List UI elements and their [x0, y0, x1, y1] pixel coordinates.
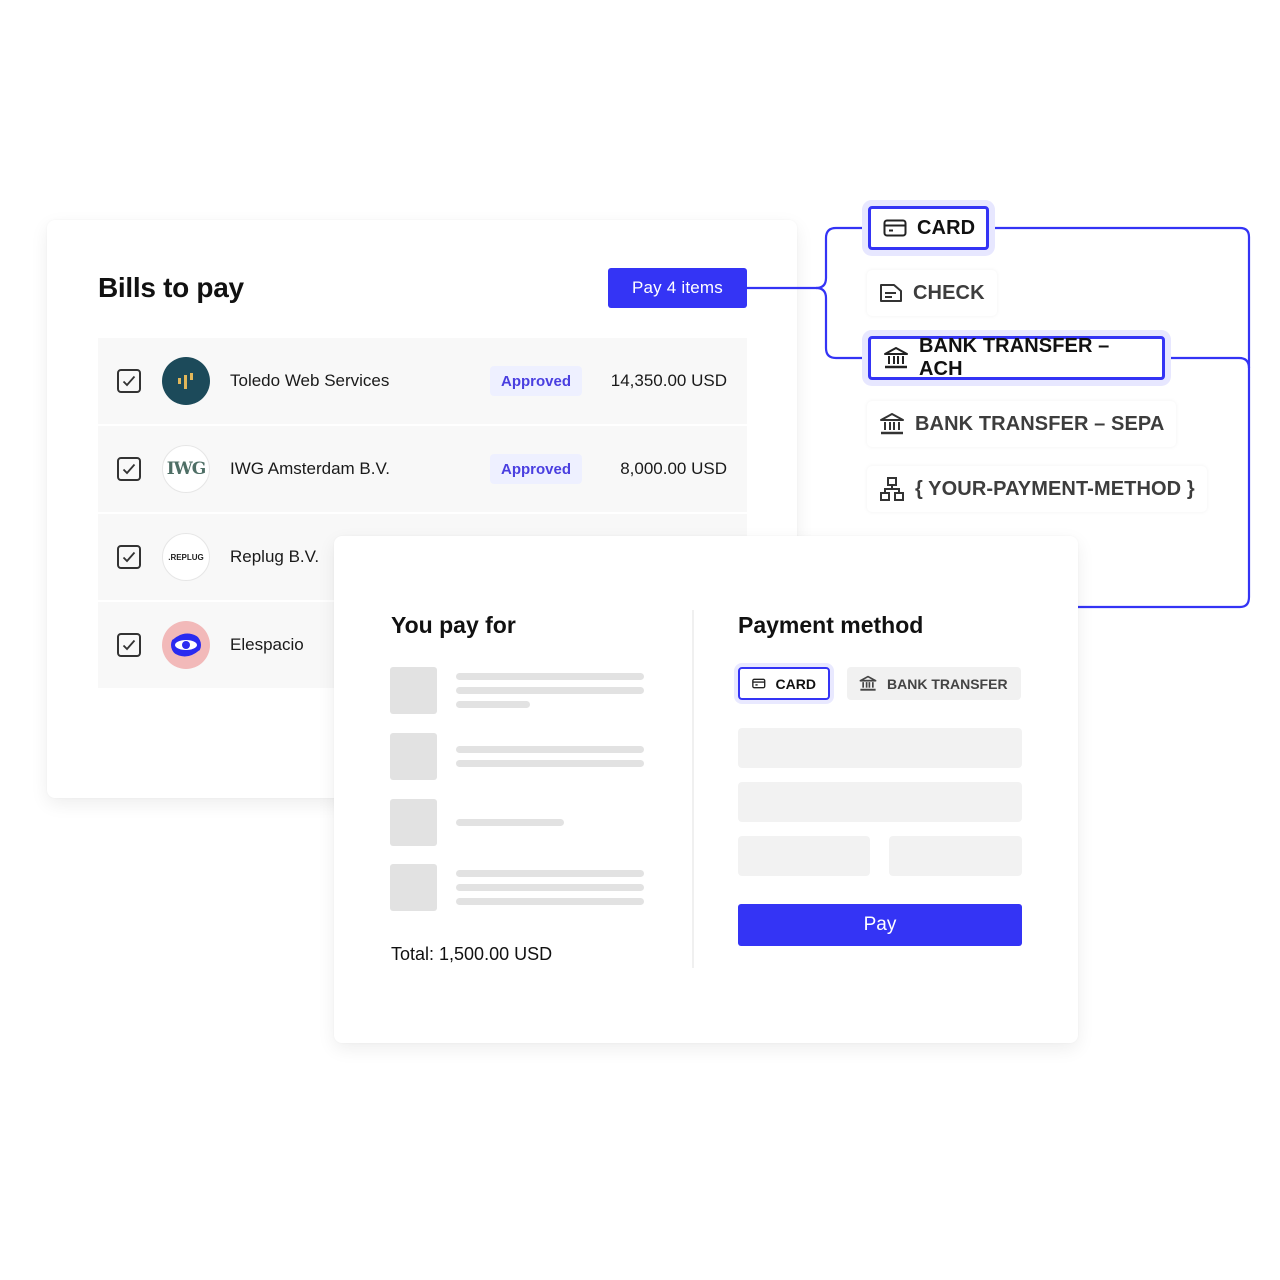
tab-bank-transfer[interactable]: BANK TRANSFER	[847, 667, 1021, 700]
method-label: CHECK	[913, 281, 985, 304]
bills-title: Bills to pay	[98, 272, 244, 303]
toledo-logo	[162, 357, 210, 405]
vendor-name: Replug B.V.	[230, 547, 320, 566]
elespacio-logo	[162, 621, 210, 669]
bank-icon	[884, 347, 908, 369]
vendor-name: Elespacio	[230, 635, 304, 654]
bank-icon	[859, 675, 877, 691]
bill-amount: 8,000.00 USD	[620, 459, 727, 478]
cardholder-field[interactable]	[738, 782, 1022, 822]
total-amount: Total: 1,500.00 USD	[391, 944, 553, 964]
tab-label: CARD	[775, 675, 816, 692]
bill-row[interactable]: Toledo Web Services Approved 14,350.00 U…	[98, 338, 747, 424]
checkmark-icon	[122, 375, 136, 387]
skeleton-item	[390, 799, 644, 846]
checkbox[interactable]	[117, 633, 141, 657]
check-document-icon	[880, 284, 902, 302]
method-chip-card[interactable]: CARD	[868, 206, 989, 250]
credit-card-icon	[883, 219, 907, 237]
method-label: CARD	[917, 216, 976, 239]
checkbox[interactable]	[117, 457, 141, 481]
checkmark-icon	[122, 551, 136, 563]
method-label: { YOUR-PAYMENT-METHOD }	[915, 477, 1195, 500]
tab-card[interactable]: CARD	[738, 667, 830, 700]
expiry-field[interactable]	[738, 836, 870, 876]
replug-logo: .REPLUG	[162, 533, 210, 581]
method-label: BANK TRANSFER – ACH	[919, 335, 1110, 380]
credit-card-icon	[752, 678, 766, 689]
method-chip-custom[interactable]: { YOUR-PAYMENT-METHOD }	[867, 466, 1207, 512]
iwg-logo: IWG	[162, 445, 210, 493]
pay-button[interactable]: Pay	[738, 904, 1022, 946]
checkout-card: You pay for Total: 1,500.00 USD Payment …	[334, 536, 1078, 1043]
bill-amount: 14,350.00 USD	[610, 371, 727, 390]
checkmark-icon	[122, 639, 136, 651]
method-label: BANK TRANSFER – SEPA	[915, 412, 1165, 435]
bank-icon	[880, 413, 904, 435]
vendor-name: IWG Amsterdam B.V.	[230, 459, 390, 478]
bill-row[interactable]: IWG IWG Amsterdam B.V. Approved 8,000.00…	[98, 426, 747, 512]
method-chip-check[interactable]: CHECK	[867, 270, 997, 316]
cvc-field[interactable]	[889, 836, 1022, 876]
skeleton-item	[390, 667, 644, 714]
vendor-name: Toledo Web Services	[230, 371, 390, 390]
pay-items-button[interactable]: Pay 4 items	[608, 268, 747, 308]
checkmark-icon	[122, 463, 136, 475]
method-chip-ach[interactable]: BANK TRANSFER – ACH	[868, 335, 1165, 380]
tab-label: BANK TRANSFER	[887, 675, 1008, 692]
payment-method-title: Payment method	[738, 612, 924, 638]
method-chip-sepa[interactable]: BANK TRANSFER – SEPA	[867, 401, 1177, 447]
connector-to-ach	[815, 286, 868, 360]
column-divider	[692, 610, 694, 968]
connector-ach-to-checkout	[1164, 356, 1251, 369]
iwg-logo-text: IWG	[166, 459, 207, 479]
card-number-field[interactable]	[738, 728, 1022, 768]
skeleton-item	[390, 864, 644, 911]
you-pay-for-title: You pay for	[391, 612, 516, 638]
checkbox[interactable]	[117, 369, 141, 393]
hierarchy-icon	[880, 477, 904, 501]
replug-logo-text: .REPLUG	[168, 552, 204, 562]
checkbox[interactable]	[117, 545, 141, 569]
status-badge: Approved	[490, 454, 583, 484]
skeleton-item	[390, 733, 644, 780]
status-badge: Approved	[490, 366, 583, 396]
